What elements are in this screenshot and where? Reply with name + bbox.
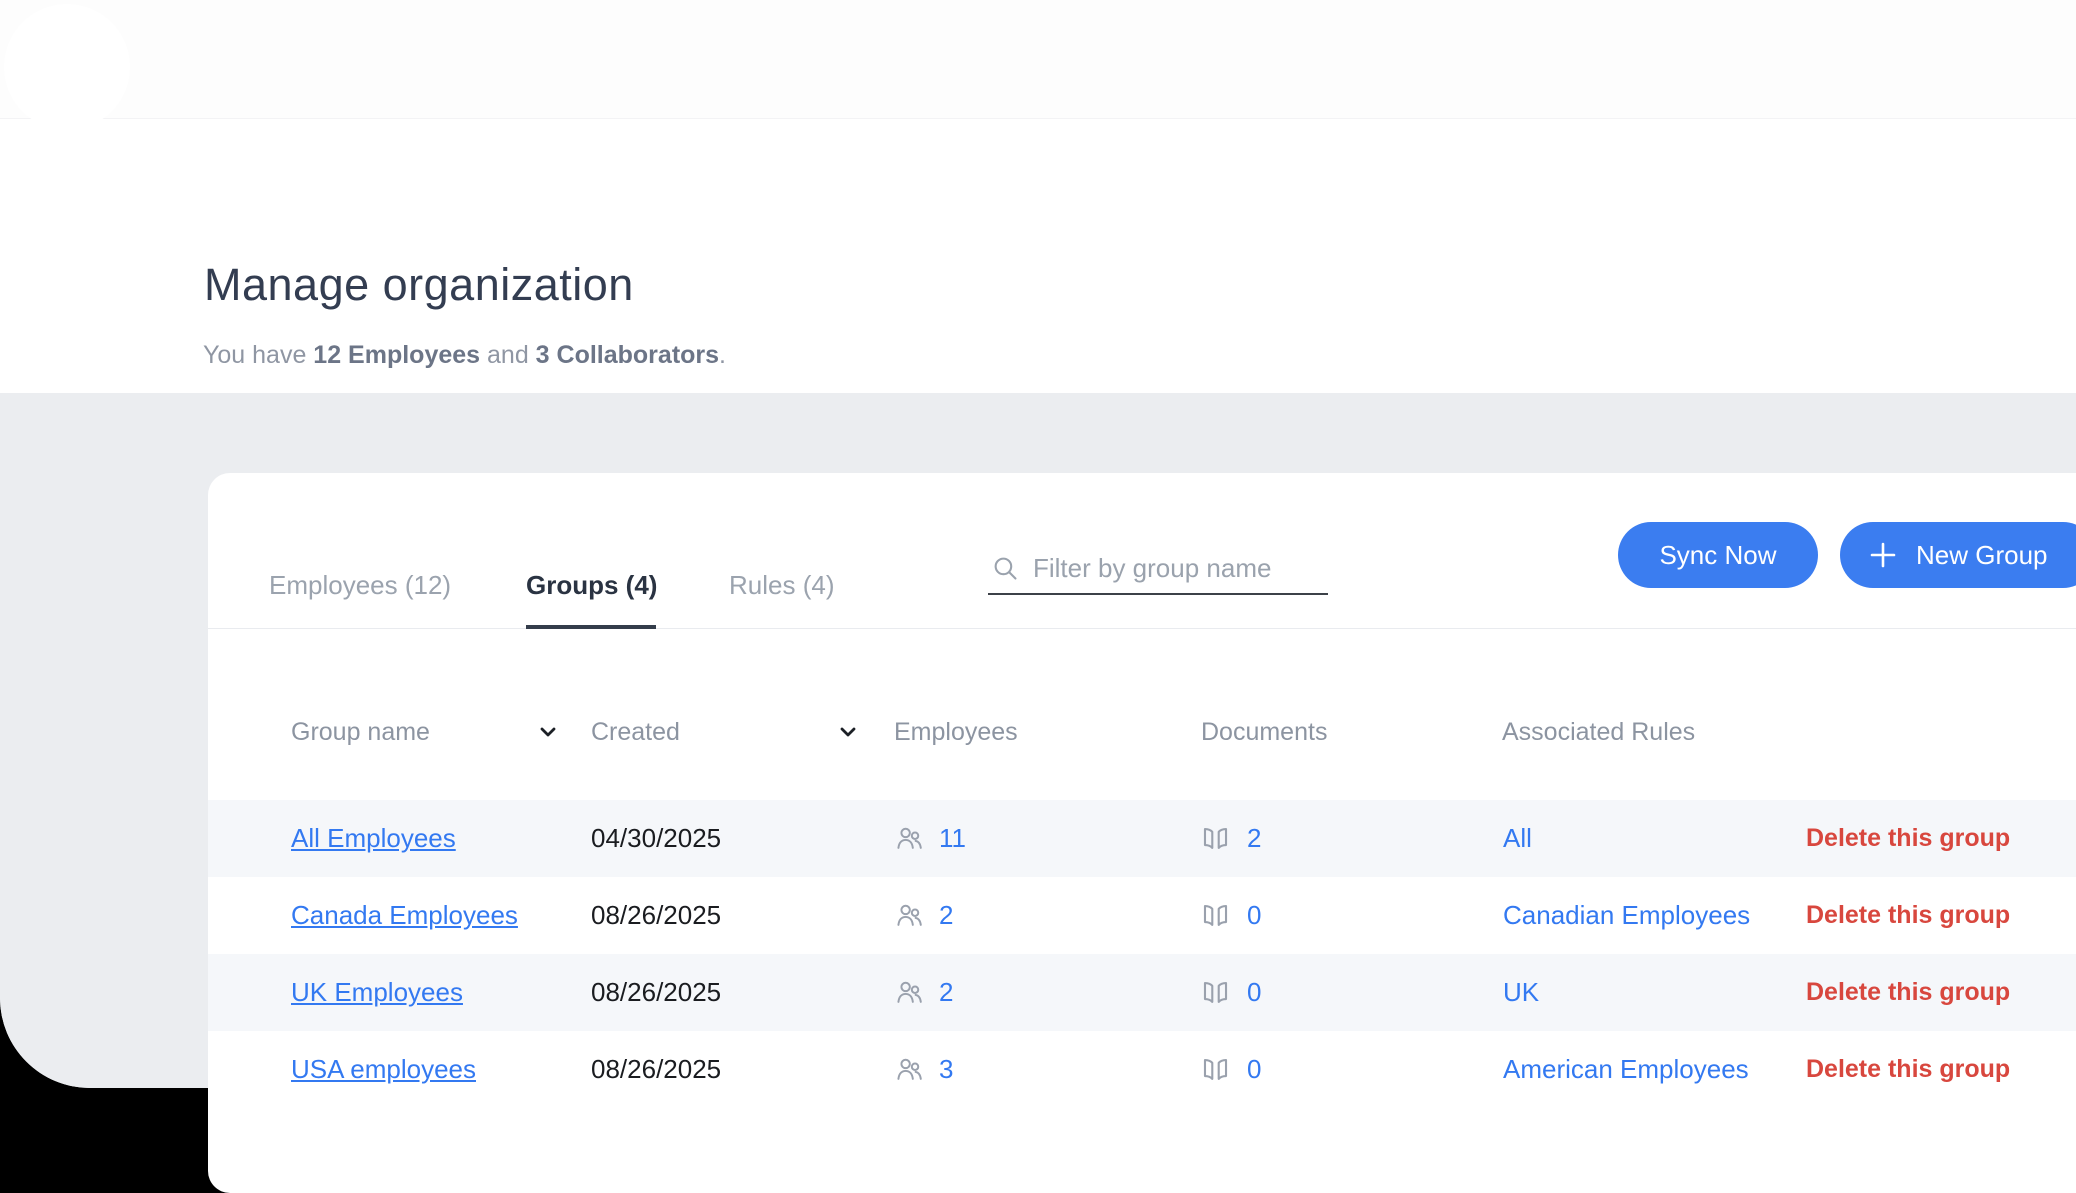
column-header-employees: Employees bbox=[894, 705, 1018, 759]
app-window: Manage organization You have 12 Employee… bbox=[0, 0, 2076, 1088]
column-header-documents: Documents bbox=[1201, 705, 1327, 759]
created-cell: 08/26/2025 bbox=[591, 877, 721, 954]
groups-table-body: All Employees 04/30/2025 11 bbox=[208, 800, 2076, 1108]
group-name-cell: USA employees bbox=[291, 1031, 476, 1108]
tabs-divider bbox=[208, 628, 2076, 629]
documents-cell: 0 bbox=[1200, 954, 1261, 1031]
associated-rules-cell: UK bbox=[1503, 954, 1539, 1031]
table-header: Group name Created Employees Documents A… bbox=[208, 705, 2076, 759]
employee-count[interactable]: 11 bbox=[939, 823, 966, 854]
document-count[interactable]: 2 bbox=[1247, 823, 1261, 854]
employees-count: 12 Employees bbox=[313, 341, 480, 369]
column-header-created[interactable]: Created bbox=[591, 705, 680, 759]
people-icon bbox=[894, 977, 925, 1008]
table-row: USA employees 08/26/2025 3 bbox=[208, 1031, 2076, 1108]
open-book-icon bbox=[1200, 977, 1231, 1008]
open-book-icon bbox=[1200, 1054, 1231, 1085]
corner-decoration bbox=[4, 4, 130, 130]
delete-group-button[interactable]: Delete this group bbox=[1806, 1031, 2010, 1108]
collaborators-count: 3 Collaborators bbox=[536, 341, 719, 369]
associated-rule-link[interactable]: UK bbox=[1503, 977, 1539, 1008]
created-cell: 08/26/2025 bbox=[591, 1031, 721, 1108]
group-name-link[interactable]: All Employees bbox=[291, 823, 456, 854]
document-count[interactable]: 0 bbox=[1247, 977, 1261, 1008]
page-title: Manage organization bbox=[204, 259, 634, 311]
created-cell: 08/26/2025 bbox=[591, 954, 721, 1031]
table-row: UK Employees 08/26/2025 2 bbox=[208, 954, 2076, 1031]
group-filter bbox=[988, 549, 1328, 595]
associated-rule-link[interactable]: Canadian Employees bbox=[1503, 900, 1750, 931]
people-icon bbox=[894, 900, 925, 931]
subtitle: You have 12 Employees and 3 Collaborator… bbox=[203, 341, 726, 370]
topbar bbox=[0, 0, 2076, 118]
document-count[interactable]: 0 bbox=[1247, 900, 1261, 931]
documents-cell: 2 bbox=[1200, 800, 1261, 877]
documents-cell: 0 bbox=[1200, 877, 1261, 954]
document-count[interactable]: 0 bbox=[1247, 1054, 1261, 1085]
table-row: All Employees 04/30/2025 11 bbox=[208, 800, 2076, 877]
group-name-cell: Canada Employees bbox=[291, 877, 518, 954]
groups-card: Employees (12) Groups (4) Rules (4) Sync… bbox=[208, 473, 2076, 1193]
employee-count[interactable]: 3 bbox=[939, 1054, 953, 1085]
column-header-associated-rules: Associated Rules bbox=[1502, 705, 1695, 759]
group-name-link[interactable]: UK Employees bbox=[291, 977, 463, 1008]
search-icon bbox=[992, 555, 1019, 582]
associated-rules-cell: All bbox=[1503, 800, 1532, 877]
chevron-down-icon[interactable] bbox=[536, 720, 560, 744]
card-tab-groups[interactable]: Groups (4) bbox=[526, 561, 657, 609]
column-header-group-name[interactable]: Group name bbox=[291, 705, 430, 759]
active-card-tab-indicator bbox=[526, 625, 656, 629]
employees-cell: 2 bbox=[894, 954, 953, 1031]
new-group-button[interactable]: New Group bbox=[1840, 522, 2076, 588]
associated-rules-cell: Canadian Employees bbox=[1503, 877, 1750, 954]
created-cell: 04/30/2025 bbox=[591, 800, 721, 877]
group-name-link[interactable]: USA employees bbox=[291, 1054, 476, 1085]
people-icon bbox=[894, 823, 925, 854]
page-header: Manage organization You have 12 Employee… bbox=[0, 118, 2076, 393]
card-tab-employees[interactable]: Employees (12) bbox=[269, 561, 451, 609]
card-tab-rules[interactable]: Rules (4) bbox=[729, 561, 834, 609]
employees-cell: 11 bbox=[894, 800, 966, 877]
associated-rule-link[interactable]: American Employees bbox=[1503, 1054, 1749, 1085]
group-name-link[interactable]: Canada Employees bbox=[291, 900, 518, 931]
delete-group-button[interactable]: Delete this group bbox=[1806, 800, 2010, 877]
employees-cell: 2 bbox=[894, 877, 953, 954]
employee-count[interactable]: 2 bbox=[939, 900, 953, 931]
group-name-cell: UK Employees bbox=[291, 954, 463, 1031]
table-row: Canada Employees 08/26/2025 2 bbox=[208, 877, 2076, 954]
associated-rule-link[interactable]: All bbox=[1503, 823, 1532, 854]
open-book-icon bbox=[1200, 900, 1231, 931]
group-name-cell: All Employees bbox=[291, 800, 456, 877]
delete-group-button[interactable]: Delete this group bbox=[1806, 954, 2010, 1031]
new-group-label: New Group bbox=[1916, 540, 2048, 571]
chevron-down-icon[interactable] bbox=[836, 720, 860, 744]
delete-group-button[interactable]: Delete this group bbox=[1806, 877, 2010, 954]
sync-now-button[interactable]: Sync Now bbox=[1618, 522, 1818, 588]
employees-cell: 3 bbox=[894, 1031, 953, 1108]
filter-by-group-name-input[interactable] bbox=[1033, 553, 1326, 584]
open-book-icon bbox=[1200, 823, 1231, 854]
documents-cell: 0 bbox=[1200, 1031, 1261, 1108]
associated-rules-cell: American Employees bbox=[1503, 1031, 1749, 1108]
people-icon bbox=[894, 1054, 925, 1085]
employee-count[interactable]: 2 bbox=[939, 977, 953, 1008]
plus-icon bbox=[1868, 540, 1898, 570]
